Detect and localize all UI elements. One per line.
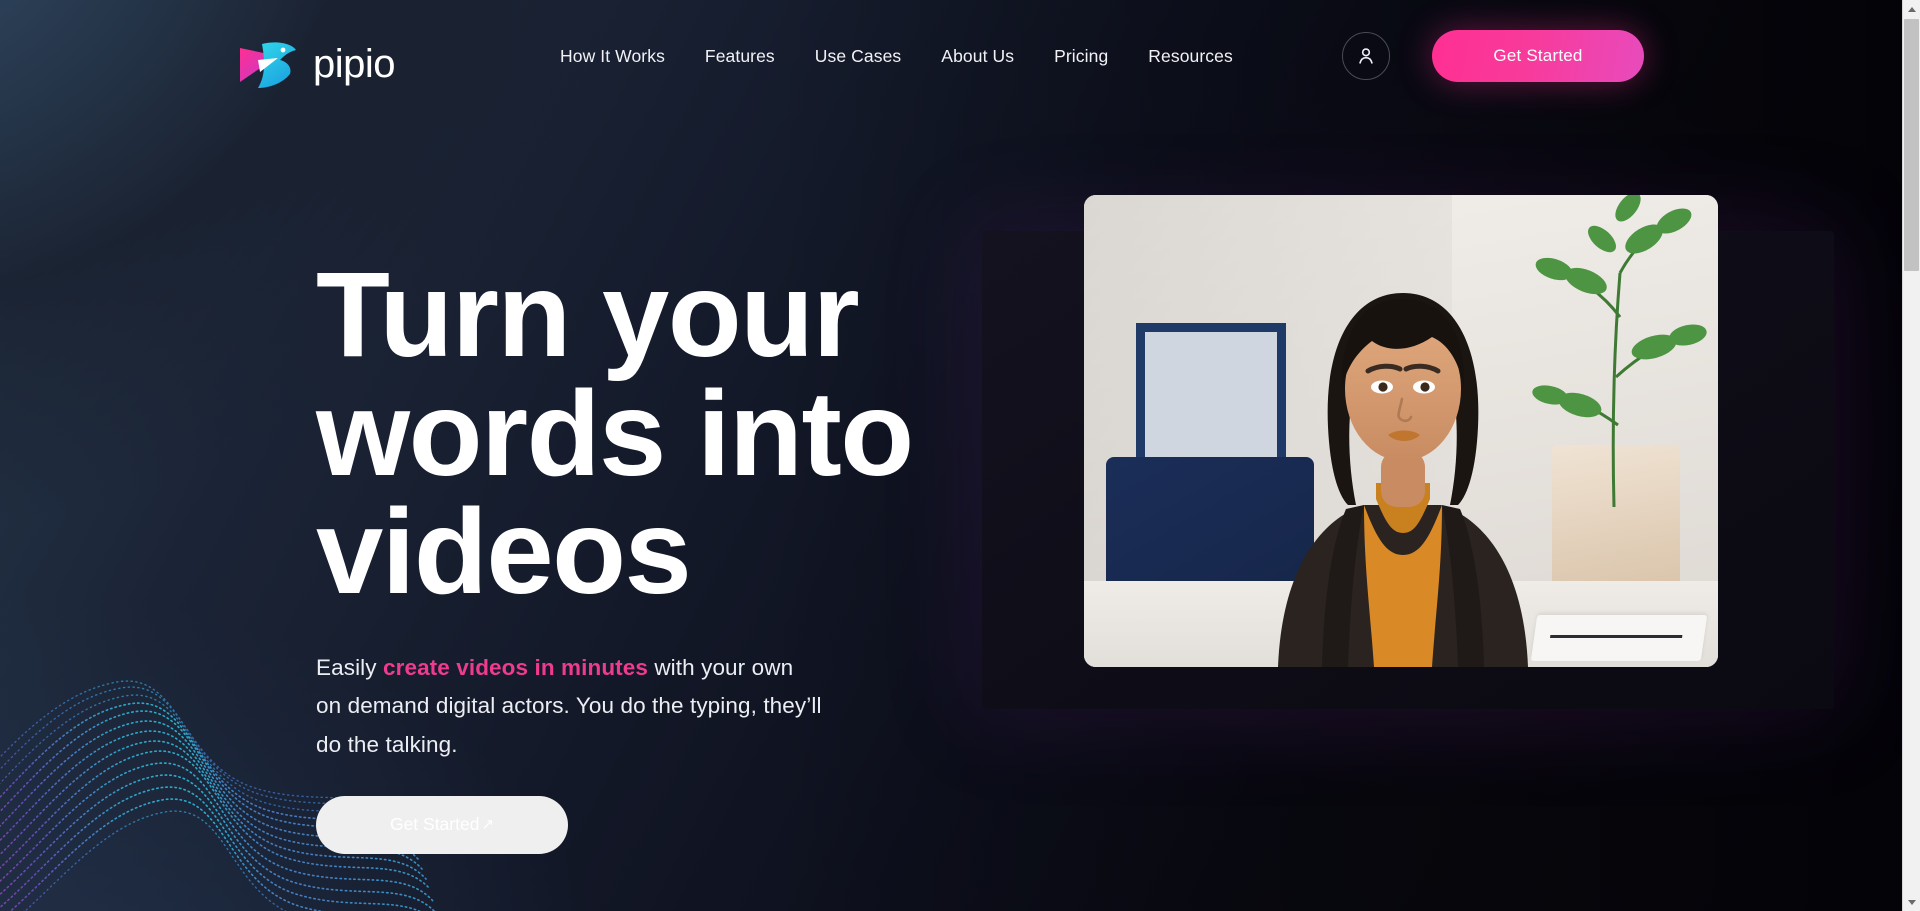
page-root: pipio How It Works Features Use Cases Ab… bbox=[0, 0, 1902, 911]
nav-item-about-us[interactable]: About Us bbox=[941, 46, 1014, 67]
subtitle-highlight: create videos in minutes bbox=[382, 654, 648, 680]
video-preview-card[interactable] bbox=[1084, 195, 1718, 667]
hero-cta-label: Get Started bbox=[389, 814, 480, 835]
arrow-up-right-icon: ↗ bbox=[481, 815, 495, 833]
nav-item-how-it-works[interactable]: How It Works bbox=[560, 46, 665, 67]
scroll-down-arrow-icon[interactable] bbox=[1903, 893, 1920, 911]
nav-item-pricing[interactable]: Pricing bbox=[1054, 46, 1108, 67]
primary-navigation: How It Works Features Use Cases About Us… bbox=[560, 0, 1233, 112]
scrollbar-thumb[interactable] bbox=[1904, 19, 1919, 271]
user-account-icon bbox=[1359, 48, 1373, 64]
hero-copy: Turn your words into videos Easily creat… bbox=[316, 254, 1016, 854]
browser-scrollbar[interactable] bbox=[1902, 0, 1920, 911]
account-button[interactable] bbox=[1342, 32, 1390, 80]
headline-line-3: videos bbox=[316, 483, 692, 620]
header-actions: Get Started bbox=[1342, 0, 1644, 112]
bird-logo-icon bbox=[240, 42, 296, 88]
hero-get-started-button[interactable]: Get Started ↗ bbox=[316, 795, 568, 854]
hero-subtitle: Easily create videos in minutes with you… bbox=[316, 649, 824, 765]
hero-headline: Turn your words into videos bbox=[316, 254, 1016, 612]
headline-line-2: words into bbox=[316, 364, 914, 501]
digital-actor-avatar bbox=[1278, 293, 1528, 667]
header-get-started-button[interactable]: Get Started bbox=[1432, 30, 1644, 82]
site-header: pipio How It Works Features Use Cases Ab… bbox=[0, 0, 1884, 112]
headline-line-1: Turn your bbox=[316, 246, 860, 382]
scroll-up-arrow-icon[interactable] bbox=[1903, 0, 1920, 18]
brand-wordmark: pipio bbox=[313, 41, 396, 86]
nav-item-use-cases[interactable]: Use Cases bbox=[815, 46, 902, 67]
video-preview-panel: Hello! My name is Ivy, and I am a digita… bbox=[982, 195, 1834, 709]
nav-item-resources[interactable]: Resources bbox=[1148, 46, 1233, 67]
nav-item-features[interactable]: Features bbox=[705, 46, 775, 67]
brand-logo[interactable]: pipio bbox=[238, 38, 396, 90]
subtitle-prefix: Easily bbox=[316, 654, 383, 680]
